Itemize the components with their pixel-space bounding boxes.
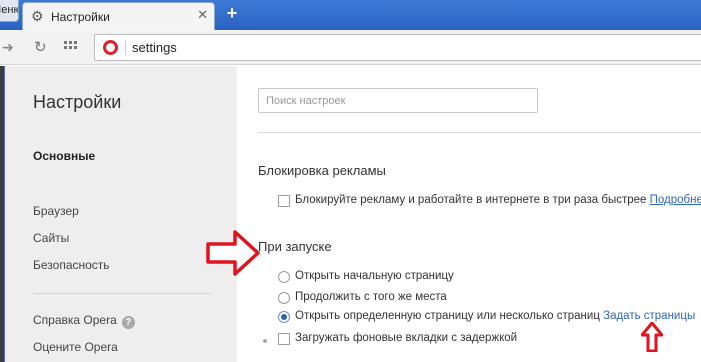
section-divider bbox=[258, 132, 701, 133]
close-icon[interactable]: ✕ bbox=[197, 8, 208, 22]
ad-block-checkbox[interactable] bbox=[278, 195, 290, 207]
sidebar-item-rate[interactable]: Оцените Opera bbox=[33, 340, 118, 354]
startup-radio-continue[interactable] bbox=[278, 292, 290, 304]
startup-option-label: Открыть определенную страницу или нескол… bbox=[295, 310, 600, 322]
sidebar-item-browser[interactable]: Браузер bbox=[33, 204, 79, 218]
new-tab-button[interactable]: + bbox=[221, 4, 243, 24]
address-field[interactable]: settings bbox=[94, 34, 701, 61]
set-pages-link[interactable]: Задать страницы bbox=[603, 310, 695, 322]
section-title-startup: При запуске bbox=[258, 239, 332, 254]
tab-strip: Меню ⚙ Настройки ✕ + bbox=[0, 0, 701, 30]
ad-block-row: Блокируйте рекламу и работайте в интерне… bbox=[278, 194, 701, 207]
startup-option-row: Продолжить с того же места bbox=[278, 291, 447, 304]
ad-block-label: Блокируйте рекламу и работайте в интерне… bbox=[295, 194, 647, 206]
startup-option-row: Открыть начальную страницу bbox=[278, 270, 454, 283]
tab-settings[interactable]: ⚙ Настройки ✕ bbox=[22, 2, 215, 30]
reload-icon[interactable]: ↻ bbox=[34, 38, 47, 56]
settings-sidebar: Настройки Основные Браузер Сайты Безопас… bbox=[0, 66, 237, 362]
sidebar-item-basic[interactable]: Основные bbox=[33, 149, 95, 163]
search-input[interactable] bbox=[258, 88, 538, 113]
sidebar-title: Настройки bbox=[33, 92, 122, 112]
section-title-ad-block: Блокировка рекламы bbox=[258, 163, 386, 178]
url-text[interactable]: settings bbox=[132, 40, 177, 55]
address-separator bbox=[125, 40, 126, 55]
sidebar-item-security[interactable]: Безопасность bbox=[33, 258, 110, 272]
speed-dial-grid-icon[interactable] bbox=[64, 41, 77, 51]
forward-arrow-icon[interactable]: ➜ bbox=[2, 39, 14, 56]
annotation-right-arrow-icon bbox=[206, 230, 260, 276]
opera-logo-icon bbox=[103, 40, 118, 55]
startup-radio-specific-pages[interactable] bbox=[278, 311, 290, 323]
address-toolbar: ➜ ↻ settings bbox=[0, 30, 701, 65]
question-icon: ? bbox=[121, 316, 135, 329]
startup-option-row: Открыть определенную страницу или нескол… bbox=[278, 310, 695, 323]
help-label: Справка Opera bbox=[33, 313, 117, 327]
gear-icon: ⚙ bbox=[31, 8, 44, 24]
startup-radio-start-page[interactable] bbox=[278, 271, 290, 283]
sidebar-item-help[interactable]: Справка Opera? bbox=[33, 313, 135, 329]
startup-option-label: Продолжить с того же места bbox=[295, 291, 447, 303]
settings-main: Блокировка рекламы Блокируйте рекламу и … bbox=[237, 66, 701, 362]
startup-option-label: Открыть начальную страницу bbox=[295, 270, 454, 282]
bullet-dot bbox=[263, 339, 267, 343]
sidebar-edge bbox=[4, 66, 5, 362]
sidebar-item-sites[interactable]: Сайты bbox=[33, 231, 69, 245]
tab-title: Настройки bbox=[51, 10, 110, 24]
sidebar-divider bbox=[33, 293, 211, 294]
annotation-up-arrow-icon bbox=[641, 322, 663, 352]
background-tabs-checkbox[interactable] bbox=[278, 333, 290, 345]
background-tabs-label: Загружать фоновые вкладки с задержкой bbox=[295, 332, 518, 344]
ad-block-more-link[interactable]: Подробнее… bbox=[650, 194, 701, 206]
background-tabs-row: Загружать фоновые вкладки с задержкой bbox=[278, 332, 518, 345]
opera-menu-button[interactable]: Меню bbox=[0, 0, 19, 22]
